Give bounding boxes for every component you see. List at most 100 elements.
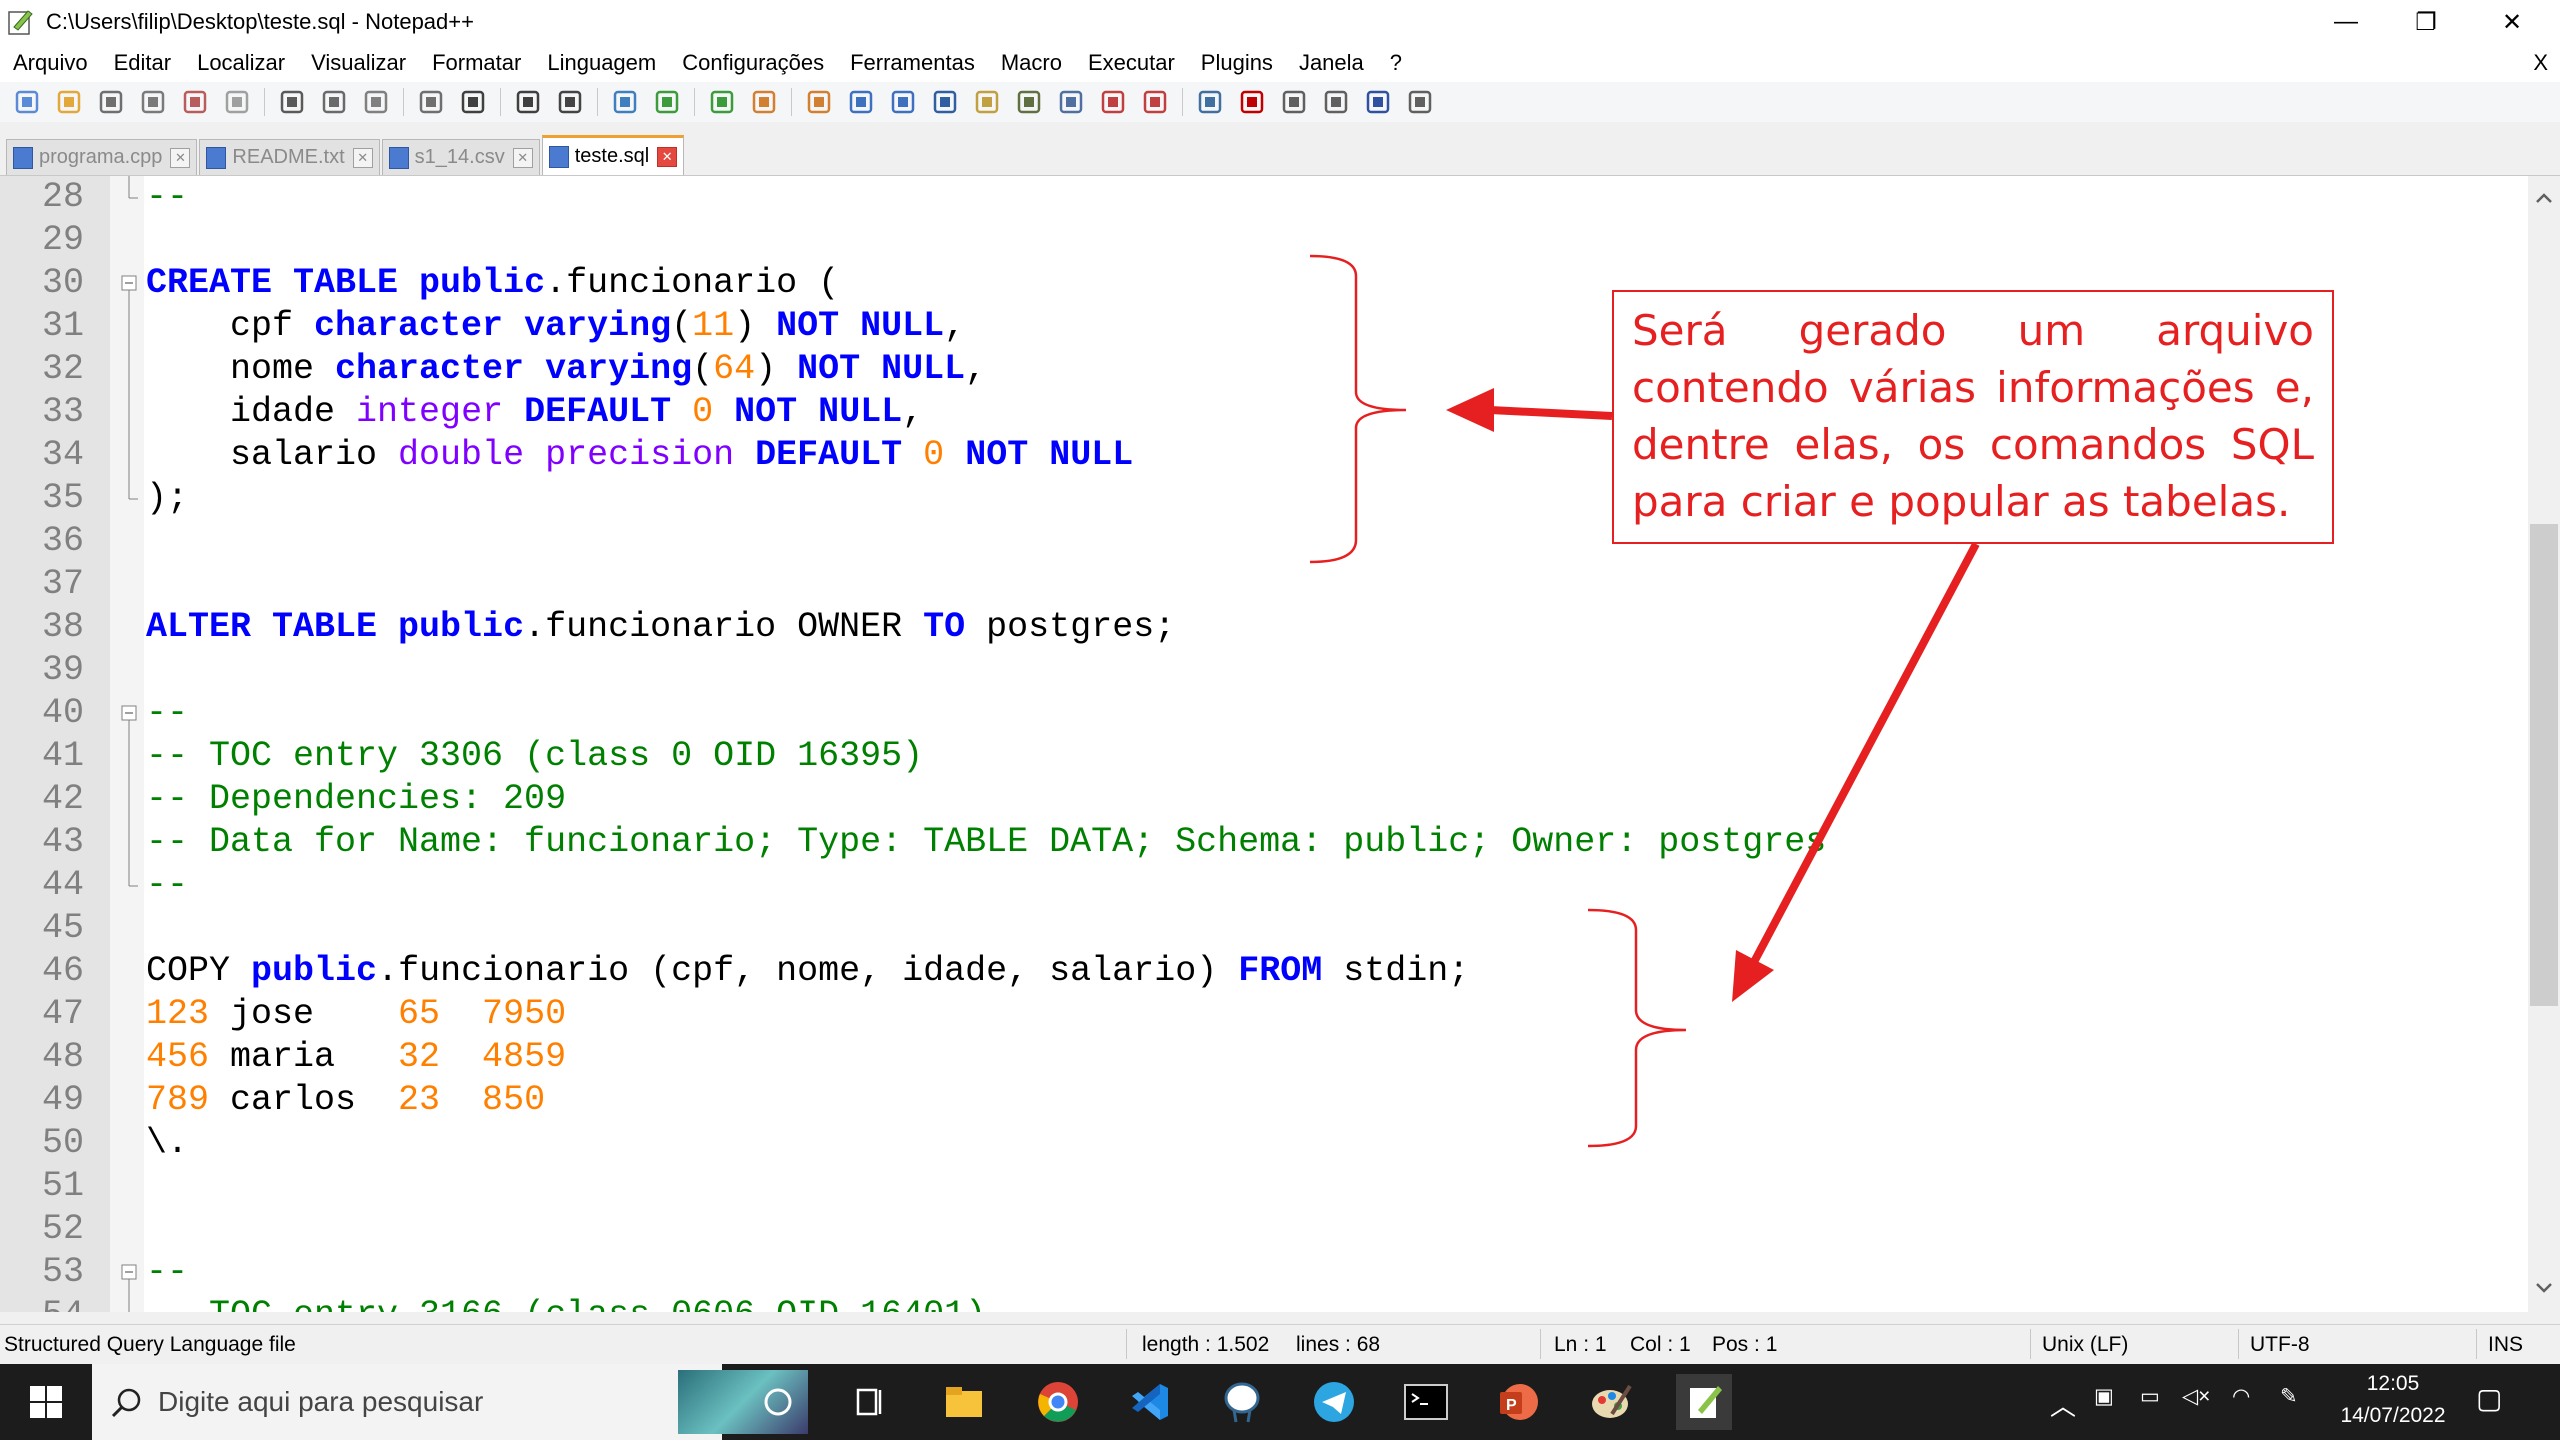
menu-item-editar[interactable]: Editar: [101, 50, 184, 76]
notification-center-icon[interactable]: ▢: [2476, 1382, 2502, 1415]
tab-s1-14-csv[interactable]: s1_14.csv ✕: [381, 139, 540, 175]
taskbar-search-box[interactable]: Digite aqui para pesquisar: [92, 1364, 808, 1440]
tray-volume-muted-icon[interactable]: ◁×: [2182, 1384, 2210, 1409]
code-line[interactable]: 47 123 jose 65 7950: [0, 993, 2528, 1036]
code-line[interactable]: 42 -- Dependencies: 209: [0, 778, 2528, 821]
sync-horizontal-icon[interactable]: [802, 85, 836, 119]
cortana-icon[interactable]: [750, 1374, 806, 1430]
pgadmin-icon[interactable]: [1214, 1374, 1270, 1430]
status-encoding[interactable]: UTF-8: [2250, 1333, 2310, 1357]
minimize-button[interactable]: —: [2306, 0, 2386, 44]
tray-show-hidden-icon[interactable]: ︿: [2050, 1386, 2076, 1423]
menu-item-visualizar[interactable]: Visualizar: [298, 50, 419, 76]
restore-button[interactable]: ❐: [2386, 0, 2466, 44]
menu-item-configura-es[interactable]: Configurações: [669, 50, 837, 76]
close-tab-icon[interactable]: ✕: [657, 146, 678, 167]
code-line[interactable]: 40 --: [0, 692, 2528, 735]
code-line[interactable]: 44 --: [0, 864, 2528, 907]
status-mode[interactable]: INS: [2488, 1333, 2523, 1357]
code-line[interactable]: 49 789 carlos 23 850: [0, 1079, 2528, 1122]
udl-icon[interactable]: [970, 85, 1004, 119]
menu-item-ferramentas[interactable]: Ferramentas: [837, 50, 988, 76]
sync-vertical-icon[interactable]: [747, 85, 781, 119]
close-document-button[interactable]: X: [2533, 50, 2548, 76]
code-line[interactable]: 54 -- TOC entry 3166 (class 0606 OID 1640…: [0, 1294, 2528, 1312]
menu-item-localizar[interactable]: Localizar: [184, 50, 298, 76]
code-line[interactable]: 38 ALTER TABLE public.funcionario OWNER T…: [0, 606, 2528, 649]
menu-item-arquivo[interactable]: Arquivo: [0, 50, 101, 76]
menu-item-janela[interactable]: Janela: [1286, 50, 1377, 76]
zoom-in-icon[interactable]: [650, 85, 684, 119]
replace-icon[interactable]: [608, 85, 642, 119]
folder-workspace-icon[interactable]: [1096, 85, 1130, 119]
tray-device-icon[interactable]: ▣: [2094, 1384, 2114, 1409]
telegram-icon[interactable]: [1306, 1374, 1362, 1430]
file-explorer-icon[interactable]: [936, 1374, 992, 1430]
open-file-icon[interactable]: [52, 85, 86, 119]
play-macro-icon[interactable]: [1319, 85, 1353, 119]
windows-start-icon[interactable]: [18, 1374, 74, 1430]
function-list-icon[interactable]: [1054, 85, 1088, 119]
terminal-icon[interactable]: [1398, 1374, 1454, 1430]
preview-icon[interactable]: [1193, 85, 1227, 119]
zoom-out-icon[interactable]: [705, 85, 739, 119]
tray-pen-icon[interactable]: ✎: [2280, 1384, 2298, 1409]
code-line[interactable]: 48 456 maria 32 4859: [0, 1036, 2528, 1079]
menu-item-executar[interactable]: Executar: [1075, 50, 1188, 76]
close-all-icon[interactable]: [220, 85, 254, 119]
code-line[interactable]: 41 -- TOC entry 3306 (class 0 OID 16395): [0, 735, 2528, 778]
code-line[interactable]: 29: [0, 219, 2528, 262]
close-tab-icon[interactable]: ✕: [352, 147, 373, 168]
record-macro-icon[interactable]: [1235, 85, 1269, 119]
code-line[interactable]: 39: [0, 649, 2528, 692]
menu-item-macro[interactable]: Macro: [988, 50, 1075, 76]
task-view-icon[interactable]: [842, 1374, 898, 1430]
code-line[interactable]: 51: [0, 1165, 2528, 1208]
fold-toggle-icon[interactable]: [118, 262, 142, 305]
fold-toggle-icon[interactable]: [118, 692, 142, 735]
new-file-icon[interactable]: [10, 85, 44, 119]
chrome-icon[interactable]: [1030, 1374, 1086, 1430]
powerpoint-icon[interactable]: P: [1490, 1374, 1546, 1430]
code-line[interactable]: 46 COPY public.funcionario (cpf, nome, id…: [0, 950, 2528, 993]
tab-teste-sql[interactable]: teste.sql ✕: [541, 135, 685, 175]
code-line[interactable]: 28 --: [0, 176, 2528, 219]
menu-item-plugins[interactable]: Plugins: [1188, 50, 1286, 76]
print-icon[interactable]: [275, 85, 309, 119]
save-all-icon[interactable]: [136, 85, 170, 119]
vscode-icon[interactable]: [1122, 1374, 1178, 1430]
tab-readme-txt[interactable]: README.txt ✕: [199, 139, 380, 175]
fold-toggle-icon[interactable]: [118, 1251, 142, 1294]
undo-icon[interactable]: [456, 85, 490, 119]
code-line[interactable]: 37: [0, 563, 2528, 606]
find-icon[interactable]: [553, 85, 587, 119]
close-tab-icon[interactable]: ✕: [512, 147, 533, 168]
close-icon[interactable]: [178, 85, 212, 119]
code-line[interactable]: 53 --: [0, 1251, 2528, 1294]
copy-icon[interactable]: [359, 85, 393, 119]
doc-map-icon[interactable]: [1012, 85, 1046, 119]
cut-icon[interactable]: [317, 85, 351, 119]
menu-item-linguagem[interactable]: Linguagem: [534, 50, 669, 76]
code-line[interactable]: 45: [0, 907, 2528, 950]
code-line[interactable]: 43 -- Data for Name: funcionario; Type: T…: [0, 821, 2528, 864]
save-macro-icon[interactable]: [1403, 85, 1437, 119]
word-wrap-icon[interactable]: [844, 85, 878, 119]
stop-macro-icon[interactable]: [1277, 85, 1311, 119]
close-tab-icon[interactable]: ✕: [170, 147, 191, 168]
code-line[interactable]: 52: [0, 1208, 2528, 1251]
show-all-chars-icon[interactable]: [886, 85, 920, 119]
notepadpp-icon[interactable]: [1676, 1374, 1732, 1430]
close-window-button[interactable]: ✕: [2472, 0, 2552, 44]
clock-date[interactable]: 14/07/2022: [2338, 1404, 2448, 1428]
menu-item-formatar[interactable]: Formatar: [419, 50, 534, 76]
paste-icon[interactable]: [414, 85, 448, 119]
tray-battery-icon[interactable]: ▭: [2140, 1384, 2160, 1409]
paint-icon[interactable]: [1584, 1374, 1640, 1430]
vertical-scrollbar[interactable]: [2528, 176, 2560, 1312]
menu-item-help[interactable]: ?: [1377, 50, 1415, 76]
clock-time[interactable]: 12:05: [2338, 1372, 2448, 1396]
monitoring-icon[interactable]: [1138, 85, 1172, 119]
save-icon[interactable]: [94, 85, 128, 119]
redo-icon[interactable]: [511, 85, 545, 119]
